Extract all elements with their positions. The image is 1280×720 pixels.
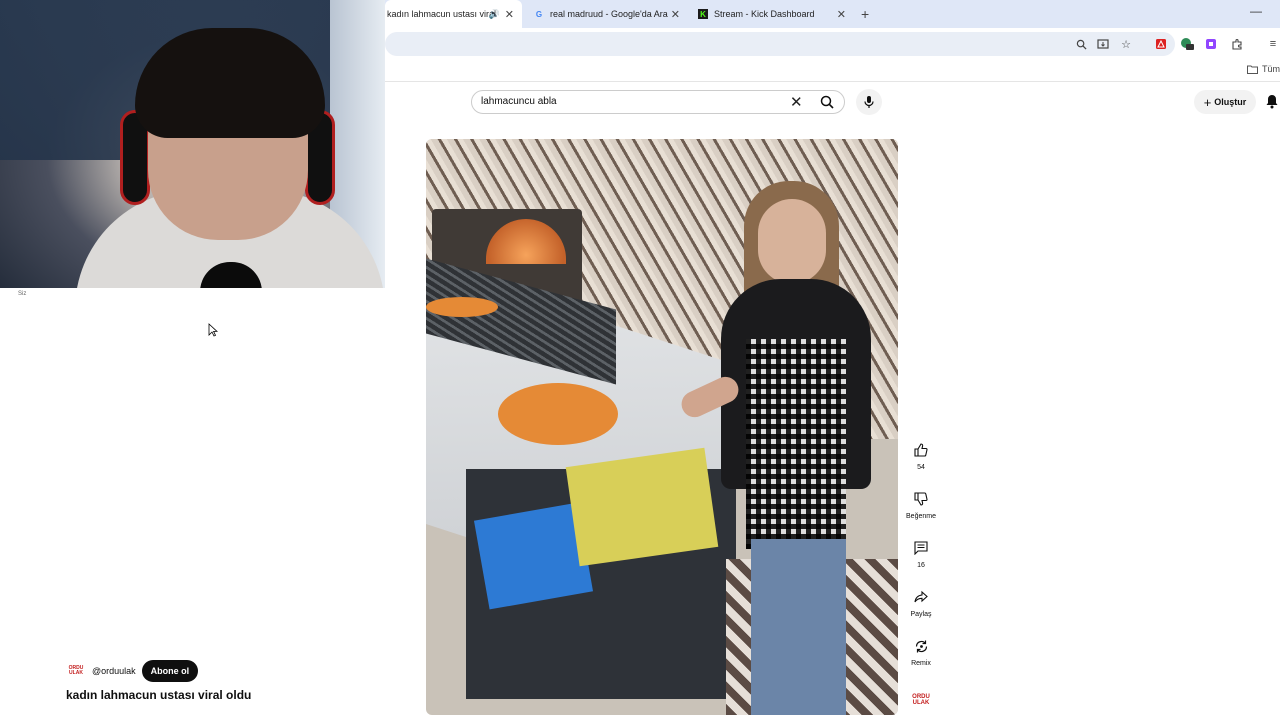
create-button[interactable]: + Oluştur <box>1194 90 1256 114</box>
dislike-button[interactable] <box>909 487 933 511</box>
close-tab-icon[interactable]: ✕ <box>837 8 846 21</box>
comments-button[interactable] <box>909 536 933 560</box>
share-arrow-icon <box>914 590 928 603</box>
minimize-icon[interactable]: — <box>1250 4 1262 18</box>
plus-icon: + <box>1203 94 1212 110</box>
folder-icon <box>1247 65 1258 74</box>
extensions-puzzle-icon[interactable] <box>1230 37 1244 51</box>
comment-icon <box>914 541 928 555</box>
channel-logo[interactable]: ORDU ULAK <box>66 664 86 678</box>
webcam-overlay <box>0 0 385 288</box>
dislike-label: Beğenme <box>906 513 936 520</box>
bookmark-folder-all[interactable]: Tüm <box>1247 64 1280 74</box>
video-lahmacun-dough <box>498 383 618 445</box>
remix-button[interactable] <box>909 634 933 658</box>
tab-title: kadın lahmacun ustası viral <box>387 9 497 19</box>
reading-list-icon[interactable]: ≡ <box>1266 37 1280 51</box>
twitch-extension-icon[interactable] <box>1204 37 1218 51</box>
comment-action: 16 <box>900 536 942 569</box>
webcam-caption: Siz <box>18 291 27 297</box>
video-person-face <box>758 199 826 284</box>
close-tab-icon[interactable]: ✕ <box>671 8 680 21</box>
search-input[interactable]: lahmacuncu abla ✕ <box>471 90 845 114</box>
video-title[interactable]: kadın lahmacun ustası viral oldu <box>66 688 251 702</box>
share-label: Paylaş <box>910 611 932 618</box>
address-bar[interactable] <box>385 32 1175 56</box>
thumbs-down-icon <box>914 492 928 506</box>
comment-count: 16 <box>917 562 925 569</box>
shorts-video-player[interactable] <box>426 139 898 715</box>
video-person <box>677 179 871 715</box>
like-button[interactable] <box>909 438 933 462</box>
speaker-icon[interactable]: 🔊 <box>489 9 500 20</box>
tab-title: real madruud - Google'da Ara <box>550 9 668 19</box>
extension-badge-icon[interactable] <box>1180 37 1194 51</box>
video-dough-small <box>426 297 498 317</box>
kick-icon: K <box>698 9 708 19</box>
bookmark-folder-label: Tüm <box>1262 64 1280 74</box>
search-button[interactable] <box>814 90 840 114</box>
channel-logo-bottom: ULAK <box>69 670 83 676</box>
tab-google[interactable]: G real madruud - Google'da Ara ✕ <box>530 0 688 28</box>
clear-search-icon[interactable]: ✕ <box>790 93 803 111</box>
mouse-cursor-icon <box>208 323 219 342</box>
create-label: Oluştur <box>1214 97 1247 107</box>
like-count: 54 <box>917 464 925 471</box>
remix-icon <box>915 640 927 652</box>
new-tab-icon[interactable]: + <box>861 6 869 22</box>
share-action: Paylaş <box>900 585 942 618</box>
tab-kick[interactable]: K Stream - Kick Dashboard ✕ <box>694 0 854 28</box>
share-button[interactable] <box>909 585 933 609</box>
video-yellow-paper <box>565 447 719 567</box>
tab-youtube[interactable]: kadın lahmacun ustası viral 🔊 ✕ <box>385 0 522 28</box>
notifications-bell-icon[interactable] <box>1265 94 1279 114</box>
microphone-icon <box>864 96 874 108</box>
video-person-apron <box>746 339 846 549</box>
search-query: lahmacuncu abla <box>481 96 557 107</box>
thumbs-up-icon <box>914 443 928 457</box>
channel-handle[interactable]: @orduulak <box>92 666 136 676</box>
google-icon: G <box>535 9 543 19</box>
install-app-icon[interactable] <box>1096 37 1110 51</box>
bookmark-star-icon[interactable]: ☆ <box>1119 37 1133 51</box>
subscribe-button[interactable]: Abone ol <box>141 660 199 682</box>
streamer-hair <box>135 28 325 138</box>
dislike-action: Beğenme <box>900 487 942 520</box>
channel-row: ORDU ULAK @orduulak Abone ol <box>66 660 199 682</box>
voice-search-button[interactable] <box>856 89 882 115</box>
tab-title: Stream - Kick Dashboard <box>714 9 815 19</box>
remix-label: Remix <box>911 660 931 667</box>
pdf-extension-icon[interactable] <box>1154 37 1168 51</box>
close-tab-icon[interactable]: ✕ <box>505 8 514 21</box>
zoom-icon[interactable] <box>1074 37 1088 51</box>
channel-avatar-small[interactable]: ORDU ULAK <box>910 694 932 706</box>
video-person-jeans <box>751 539 846 715</box>
like-action: 54 <box>900 438 942 471</box>
remix-action: Remix <box>900 634 942 667</box>
rail-logo-bottom: ULAK <box>912 700 930 706</box>
search-icon <box>820 95 834 109</box>
